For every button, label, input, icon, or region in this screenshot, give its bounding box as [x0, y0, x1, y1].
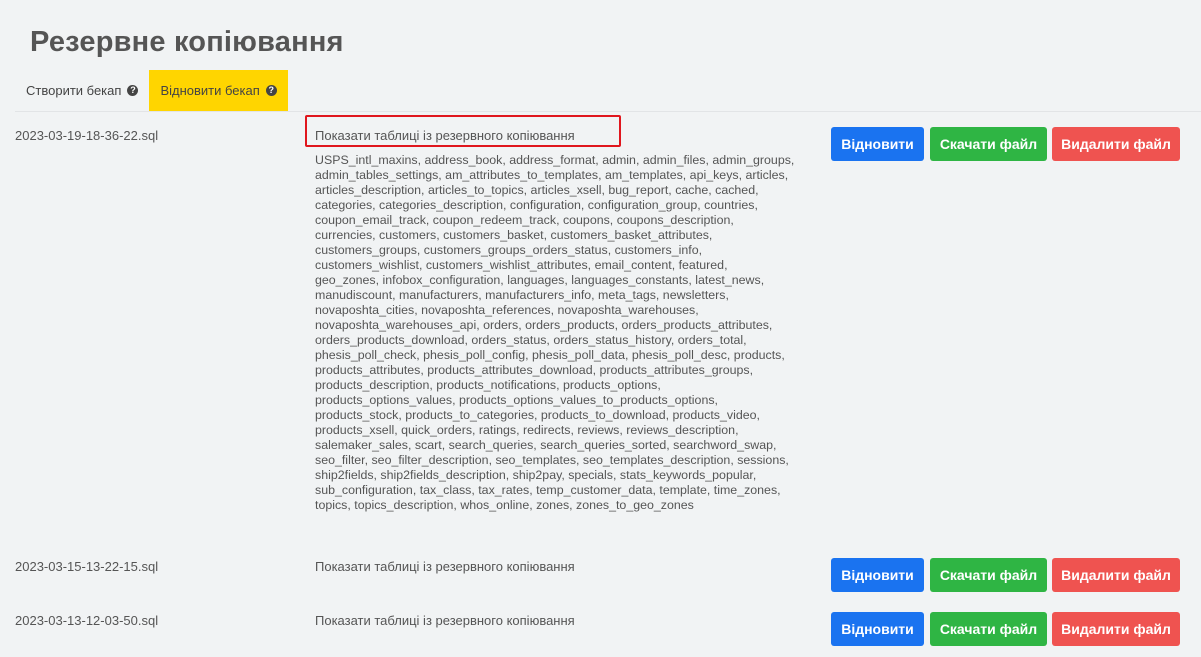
- tabs-divider: [15, 111, 1201, 112]
- download-file-button[interactable]: Скачати файл: [930, 127, 1047, 161]
- download-file-button[interactable]: Скачати файл: [930, 558, 1047, 592]
- show-tables-link[interactable]: Показати таблиці із резервного копіюванн…: [315, 128, 575, 143]
- question-circle-icon[interactable]: ?: [265, 85, 277, 96]
- restore-button[interactable]: Відновити: [831, 558, 924, 592]
- download-file-button[interactable]: Скачати файл: [930, 612, 1047, 646]
- backup-tables-list: USPS_intl_maxins, address_book, address_…: [315, 153, 795, 512]
- delete-file-button[interactable]: Видалити файл: [1052, 558, 1180, 592]
- tab-create-backup-label: Створити бекап: [26, 83, 122, 98]
- backup-tabs: Створити бекап ? Відновити бекап ?: [15, 70, 288, 111]
- restore-button[interactable]: Відновити: [831, 127, 924, 161]
- delete-file-button[interactable]: Видалити файл: [1052, 612, 1180, 646]
- tab-create-backup[interactable]: Створити бекап ?: [15, 70, 149, 111]
- backup-filename: 2023-03-19-18-36-22.sql: [15, 128, 159, 143]
- backup-filename: 2023-03-15-13-22-15.sql: [15, 559, 159, 574]
- show-tables-link[interactable]: Показати таблиці із резервного копіюванн…: [315, 559, 575, 574]
- restore-button[interactable]: Відновити: [831, 612, 924, 646]
- tab-restore-backup-label: Відновити бекап: [160, 83, 260, 98]
- backup-filename: 2023-03-13-12-03-50.sql: [15, 613, 159, 628]
- page-title: Резервне копіювання: [30, 26, 344, 58]
- delete-file-button[interactable]: Видалити файл: [1052, 127, 1180, 161]
- tab-restore-backup[interactable]: Відновити бекап ?: [149, 70, 288, 111]
- question-circle-icon[interactable]: ?: [127, 85, 139, 96]
- show-tables-link[interactable]: Показати таблиці із резервного копіюванн…: [315, 613, 575, 628]
